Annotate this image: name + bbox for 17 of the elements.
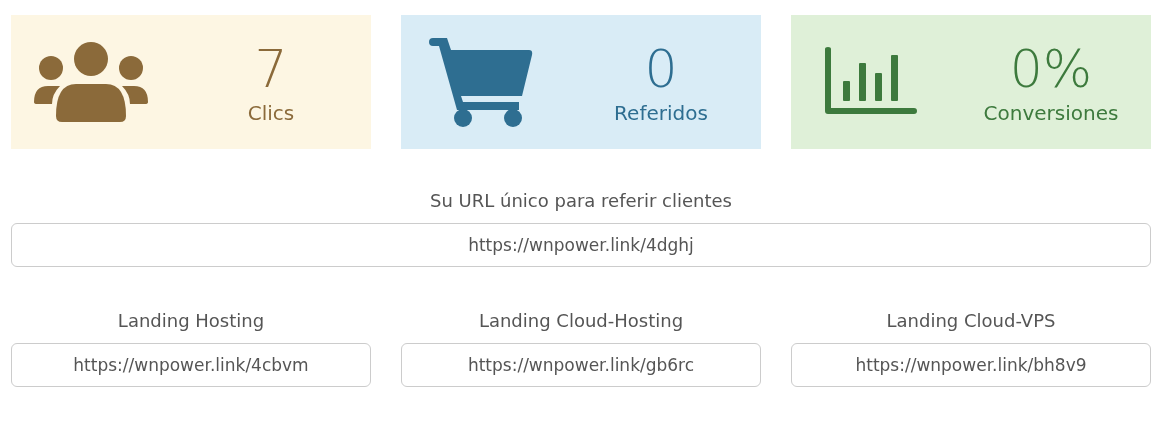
url-field[interactable]: https://wnpower.link/bh8v9 (791, 343, 1151, 387)
stat-value: 7 (254, 38, 288, 100)
users-icon (34, 42, 148, 122)
bar-chart-icon (825, 47, 917, 117)
field-label: Landing Cloud-Hosting (478, 309, 684, 333)
stat-label: Conversiones (983, 100, 1119, 126)
url-field[interactable]: https://wnpower.link/4dghj (11, 223, 1151, 267)
stat-value: 0 (644, 38, 678, 100)
field-label: Landing Hosting (117, 309, 265, 333)
url-field[interactable]: https://wnpower.link/4cbvm (11, 343, 371, 387)
stat-value: 0% (1009, 38, 1093, 100)
stat-label: Clics (247, 100, 295, 126)
stat-label: Referidos (614, 100, 708, 126)
cart-icon (429, 36, 533, 128)
field-label: Landing Cloud-VPS (886, 309, 1056, 333)
url-field[interactable]: https://wnpower.link/gb6rc (401, 343, 761, 387)
field-label: Su URL único para referir clientes (430, 189, 732, 213)
